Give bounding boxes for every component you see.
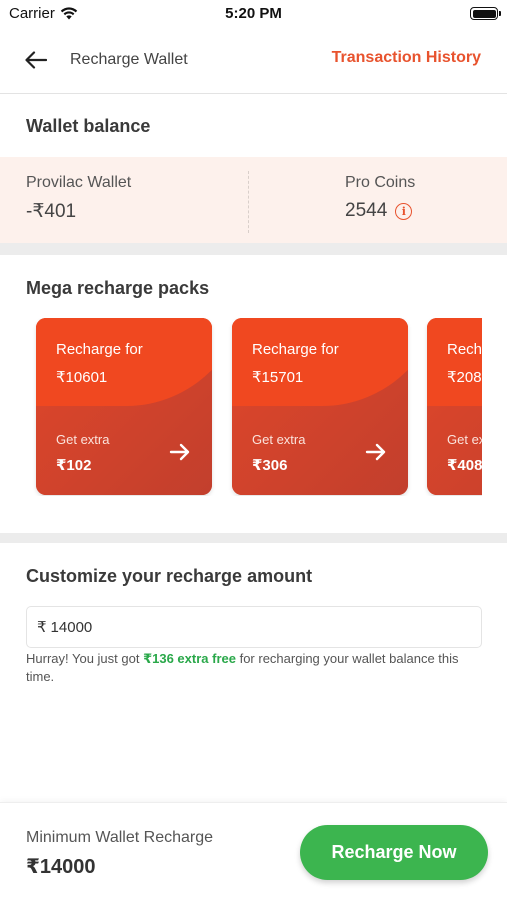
pack-extra-label: Get extra [447,432,482,447]
recharge-amount-input[interactable]: ₹ 14000 [26,606,482,648]
pack-extra-label: Get extra [56,432,110,447]
pack-card[interactable]: Recharge for ₹15701 Get extra ₹306 [232,318,408,495]
customize-heading: Customize your recharge amount [26,566,313,586]
pro-coins-label: Pro Coins [345,174,416,191]
status-time: 5:20 PM [225,5,282,22]
extra-free-hint: Hurray! You just got ₹136 extra free for… [26,650,486,686]
currency-symbol: ₹ [37,619,47,636]
recharge-now-button[interactable]: Recharge Now [300,825,488,880]
provilac-wallet-label: Provilac Wallet [26,174,132,191]
pack-card[interactable]: Recharge for ₹20806 Get extra ₹408 [427,318,482,495]
pro-coins: Pro Coins 2544 i [345,174,415,222]
pack-amount: ₹15701 [252,369,304,386]
transaction-history-link[interactable]: Transaction History [332,49,481,67]
hint-prefix: Hurray! You just got [26,651,144,666]
wallet-balance-panel: Provilac Wallet -₹401 Pro Coins 2544 i [0,157,507,243]
pack-amount: ₹20806 [447,369,482,386]
pack-extra-value: ₹102 [56,457,92,474]
section-divider [0,243,507,255]
pack-amount: ₹10601 [56,369,108,386]
arrow-left-icon [25,51,47,69]
provilac-wallet-value: -₹401 [26,201,77,222]
page-title: Recharge Wallet [70,51,188,68]
back-button[interactable] [20,46,52,74]
pro-coins-value: 2544 [345,200,388,221]
provilac-wallet: Provilac Wallet -₹401 [26,174,131,223]
arrow-right-icon [169,443,190,461]
packs-carousel[interactable]: Recharge for ₹10601 Get extra ₹102 Recha… [0,318,482,496]
pro-coins-row: 2544 i [345,200,415,222]
wallet-divider [248,171,249,233]
min-recharge-label: Minimum Wallet Recharge [26,829,214,846]
pack-recharge-label: Recharge for [56,341,143,358]
hint-extra-amount: ₹136 extra free [143,651,236,666]
status-bar: Carrier 5:20 PM [0,0,507,30]
mega-packs-heading: Mega recharge packs [26,278,210,298]
bottom-bar: Minimum Wallet Recharge ₹14000 Recharge … [0,802,507,900]
info-icon[interactable]: i [395,202,413,220]
amount-value: 14000 [50,618,93,636]
pack-extra-label: Get extra [252,432,306,447]
pack-extra-value: ₹306 [252,457,288,474]
section-divider [0,533,507,543]
pack-recharge-label: Recharge for [447,341,482,358]
pack-extra-value: ₹408 [447,457,482,474]
wallet-balance-heading: Wallet balance [26,116,151,136]
pack-recharge-label: Recharge for [252,341,339,358]
arrow-right-icon [365,443,386,461]
battery-icon [470,7,501,20]
pack-card[interactable]: Recharge for ₹10601 Get extra ₹102 [36,318,212,495]
app-header: Recharge Wallet Transaction History [0,30,507,94]
min-recharge-value: ₹14000 [26,856,96,878]
